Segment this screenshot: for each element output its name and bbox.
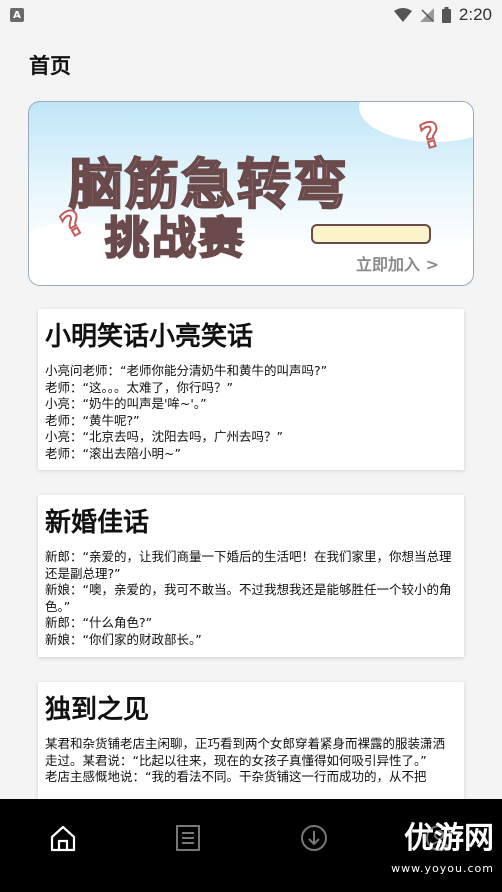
watermark-main: 优游网 [404, 821, 494, 856]
clock: 2:20 [458, 5, 492, 24]
promo-banner[interactable]: ? ? 脑筋急转弯 挑战赛 立即加入 > [28, 101, 474, 286]
article-line: 老师：“这。。。太难了，你行吗？” [45, 379, 233, 395]
home-icon[interactable] [48, 823, 78, 853]
join-now-link[interactable]: 立即加入 > [356, 251, 439, 275]
watermark-sub: www.yoyou.com [391, 862, 494, 875]
status-bar: A 2:20 [0, 0, 502, 30]
banner-dash-decoration [311, 224, 431, 244]
wifi-icon [393, 8, 412, 22]
app-notification-icon: A [10, 8, 24, 22]
article-card[interactable]: 小明笑话小亮笑话 小亮问老师：“老师你能分清奶牛和黄牛的叫声吗?” 老师：“这。… [38, 309, 464, 470]
nav-home[interactable] [0, 823, 126, 853]
article-line: 新娘：“噢，亲爱的，我可不敢当。不过我想我还是能够胜任一个较小的角色。” [45, 582, 452, 614]
article-title: 独到之见 [45, 695, 150, 725]
article-line: 新娘：“你们家的财政部长。” [45, 631, 202, 647]
site-watermark: 优游网 www.yoyou.com [391, 824, 494, 884]
nav-download[interactable] [251, 823, 377, 853]
article-line: 老师：“黄牛呢?” [45, 412, 140, 428]
article-card[interactable]: 独到之见 某君和杂货铺老店主闲聊，正巧看到两个女郎穿着紧身而裸露的服装潇洒走过。… [38, 682, 464, 812]
article-line: 老店主感慨地说：“我的看法不同。干杂货铺这一行而成功的，从不把 [45, 769, 427, 784]
article-line: 新郎：“什么角色?” [45, 615, 153, 630]
signal-icon [419, 8, 434, 22]
article-title: 新婚佳话 [45, 508, 150, 538]
article-line: 某君和杂货铺老店主闲聊，正巧看到两个女郎穿着紧身而裸露的服装潇洒走过。某君说：“… [45, 736, 446, 768]
article-card[interactable]: 新婚佳话 新郎：“亲爱的，让我们商量一下婚后的生活吧！在我们家里，你想当总理还是… [38, 495, 464, 657]
banner-title-line2: 挑战赛 [104, 212, 246, 265]
bottom-nav: 优游网 www.yoyou.com [0, 799, 502, 892]
page-title: 首页 [29, 54, 71, 78]
article-line: 小亮问老师：“老师你能分清奶牛和黄牛的叫声吗?” [45, 363, 328, 378]
article-line: 新郎：“亲爱的，让我们商量一下婚后的生活吧！在我们家里，你想当总理还是副总理?” [45, 549, 452, 581]
download-icon[interactable] [299, 823, 329, 853]
article-line: 小亮：“奶牛的叫声是'哞~'。” [45, 396, 207, 411]
article-line: 老师：“滚出去陪小明~” [45, 445, 181, 461]
battery-icon [441, 7, 451, 23]
list-icon[interactable] [173, 823, 203, 853]
article-line: 小亮：“北京去吗，沈阳去吗，广州去吗？” [45, 429, 283, 444]
nav-list[interactable] [126, 823, 252, 853]
article-title: 小明笑话小亮笑话 [45, 322, 254, 352]
